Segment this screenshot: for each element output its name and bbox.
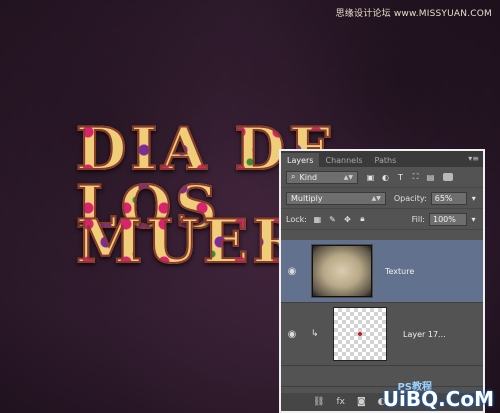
- layer-name: Layer 17...: [403, 329, 446, 339]
- lock-pixels-icon[interactable]: ✎: [328, 215, 337, 224]
- filter-toggle-switch[interactable]: [443, 173, 453, 181]
- layer-row-texture[interactable]: ◉ Texture: [281, 240, 483, 303]
- fill-dropdown-icon[interactable]: ▾: [469, 215, 478, 224]
- watermark-bottom: UiBQ.CoM: [382, 387, 494, 411]
- eye-icon[interactable]: ◉: [281, 266, 303, 277]
- link-layers-icon[interactable]: ⛓: [313, 397, 324, 407]
- lock-position-icon[interactable]: ✥: [343, 215, 352, 224]
- opacity-field[interactable]: 65%: [430, 191, 468, 205]
- lock-icons: ▦ ✎ ✥ 🔒︎: [313, 214, 367, 224]
- blend-mode-select[interactable]: Multiply ▲▼: [286, 191, 386, 205]
- chevron-down-icon: ▲▼: [343, 173, 353, 181]
- type-filter-icon[interactable]: T: [396, 173, 405, 182]
- image-filter-icon[interactable]: ▣: [366, 173, 375, 182]
- fill-label: Fill:: [411, 214, 425, 224]
- transparent-thumbnail-image: [333, 307, 387, 361]
- tab-channels[interactable]: Channels: [319, 153, 368, 167]
- add-mask-icon[interactable]: ◙: [357, 397, 366, 407]
- layer-style-icon[interactable]: fx: [336, 397, 345, 407]
- texture-thumbnail-image: [312, 245, 372, 297]
- layers-list: ◉ Texture ◉ ↳ Layer 17...: [281, 240, 483, 393]
- chevron-down-icon: ▲▼: [371, 194, 381, 202]
- panel-menu-icon[interactable]: ▾≡: [468, 154, 479, 163]
- blend-mode-value: Multiply: [291, 193, 323, 203]
- lock-transparency-icon[interactable]: ▦: [313, 215, 322, 224]
- opacity-value: 65%: [434, 193, 453, 203]
- lock-all-icon[interactable]: 🔒︎: [358, 214, 367, 224]
- layer-row-layer17[interactable]: ◉ ↳ Layer 17...: [281, 303, 483, 366]
- tab-layers[interactable]: Layers: [281, 153, 320, 167]
- search-icon: ⌕: [291, 172, 296, 181]
- layer-name: Texture: [385, 266, 415, 276]
- layers-panel: Layers Channels Paths ▾≡ ⌕ Kind ▲▼ ▣ ◐ T…: [279, 149, 485, 413]
- opacity-label: Opacity:: [393, 193, 427, 203]
- thumbnail-dot: [358, 332, 362, 336]
- eye-icon[interactable]: ◉: [281, 329, 303, 340]
- shape-filter-icon[interactable]: ⛶: [411, 172, 420, 182]
- panel-tabs: Layers Channels Paths ▾≡: [281, 151, 483, 167]
- layer-thumbnail: [329, 307, 391, 361]
- lock-row: Lock: ▦ ✎ ✥ 🔒︎ Fill: 100% ▾: [281, 209, 483, 230]
- watermark-top: 思缘设计论坛 www.MISSYUAN.COM: [335, 9, 492, 19]
- adjustment-filter-icon[interactable]: ◐: [381, 173, 390, 182]
- layer-thumbnail: [311, 244, 373, 298]
- blend-row: Multiply ▲▼ Opacity: 65% ▾: [281, 188, 483, 209]
- filter-row: ⌕ Kind ▲▼ ▣ ◐ T ⛶ ▤: [281, 167, 483, 188]
- filter-kind-select[interactable]: ⌕ Kind ▲▼: [286, 170, 358, 184]
- filter-icons: ▣ ◐ T ⛶ ▤: [366, 172, 435, 182]
- filter-kind-value: Kind: [299, 172, 318, 182]
- clipping-mask-icon: ↳: [311, 329, 319, 339]
- opacity-dropdown-icon[interactable]: ▾: [469, 194, 478, 203]
- fill-field[interactable]: 100%: [429, 212, 467, 226]
- smart-object-filter-icon[interactable]: ▤: [426, 173, 435, 182]
- fill-value: 100%: [433, 214, 456, 224]
- tab-paths[interactable]: Paths: [369, 153, 403, 167]
- layer-row-partial[interactable]: [281, 366, 483, 387]
- lock-label: Lock:: [286, 214, 307, 224]
